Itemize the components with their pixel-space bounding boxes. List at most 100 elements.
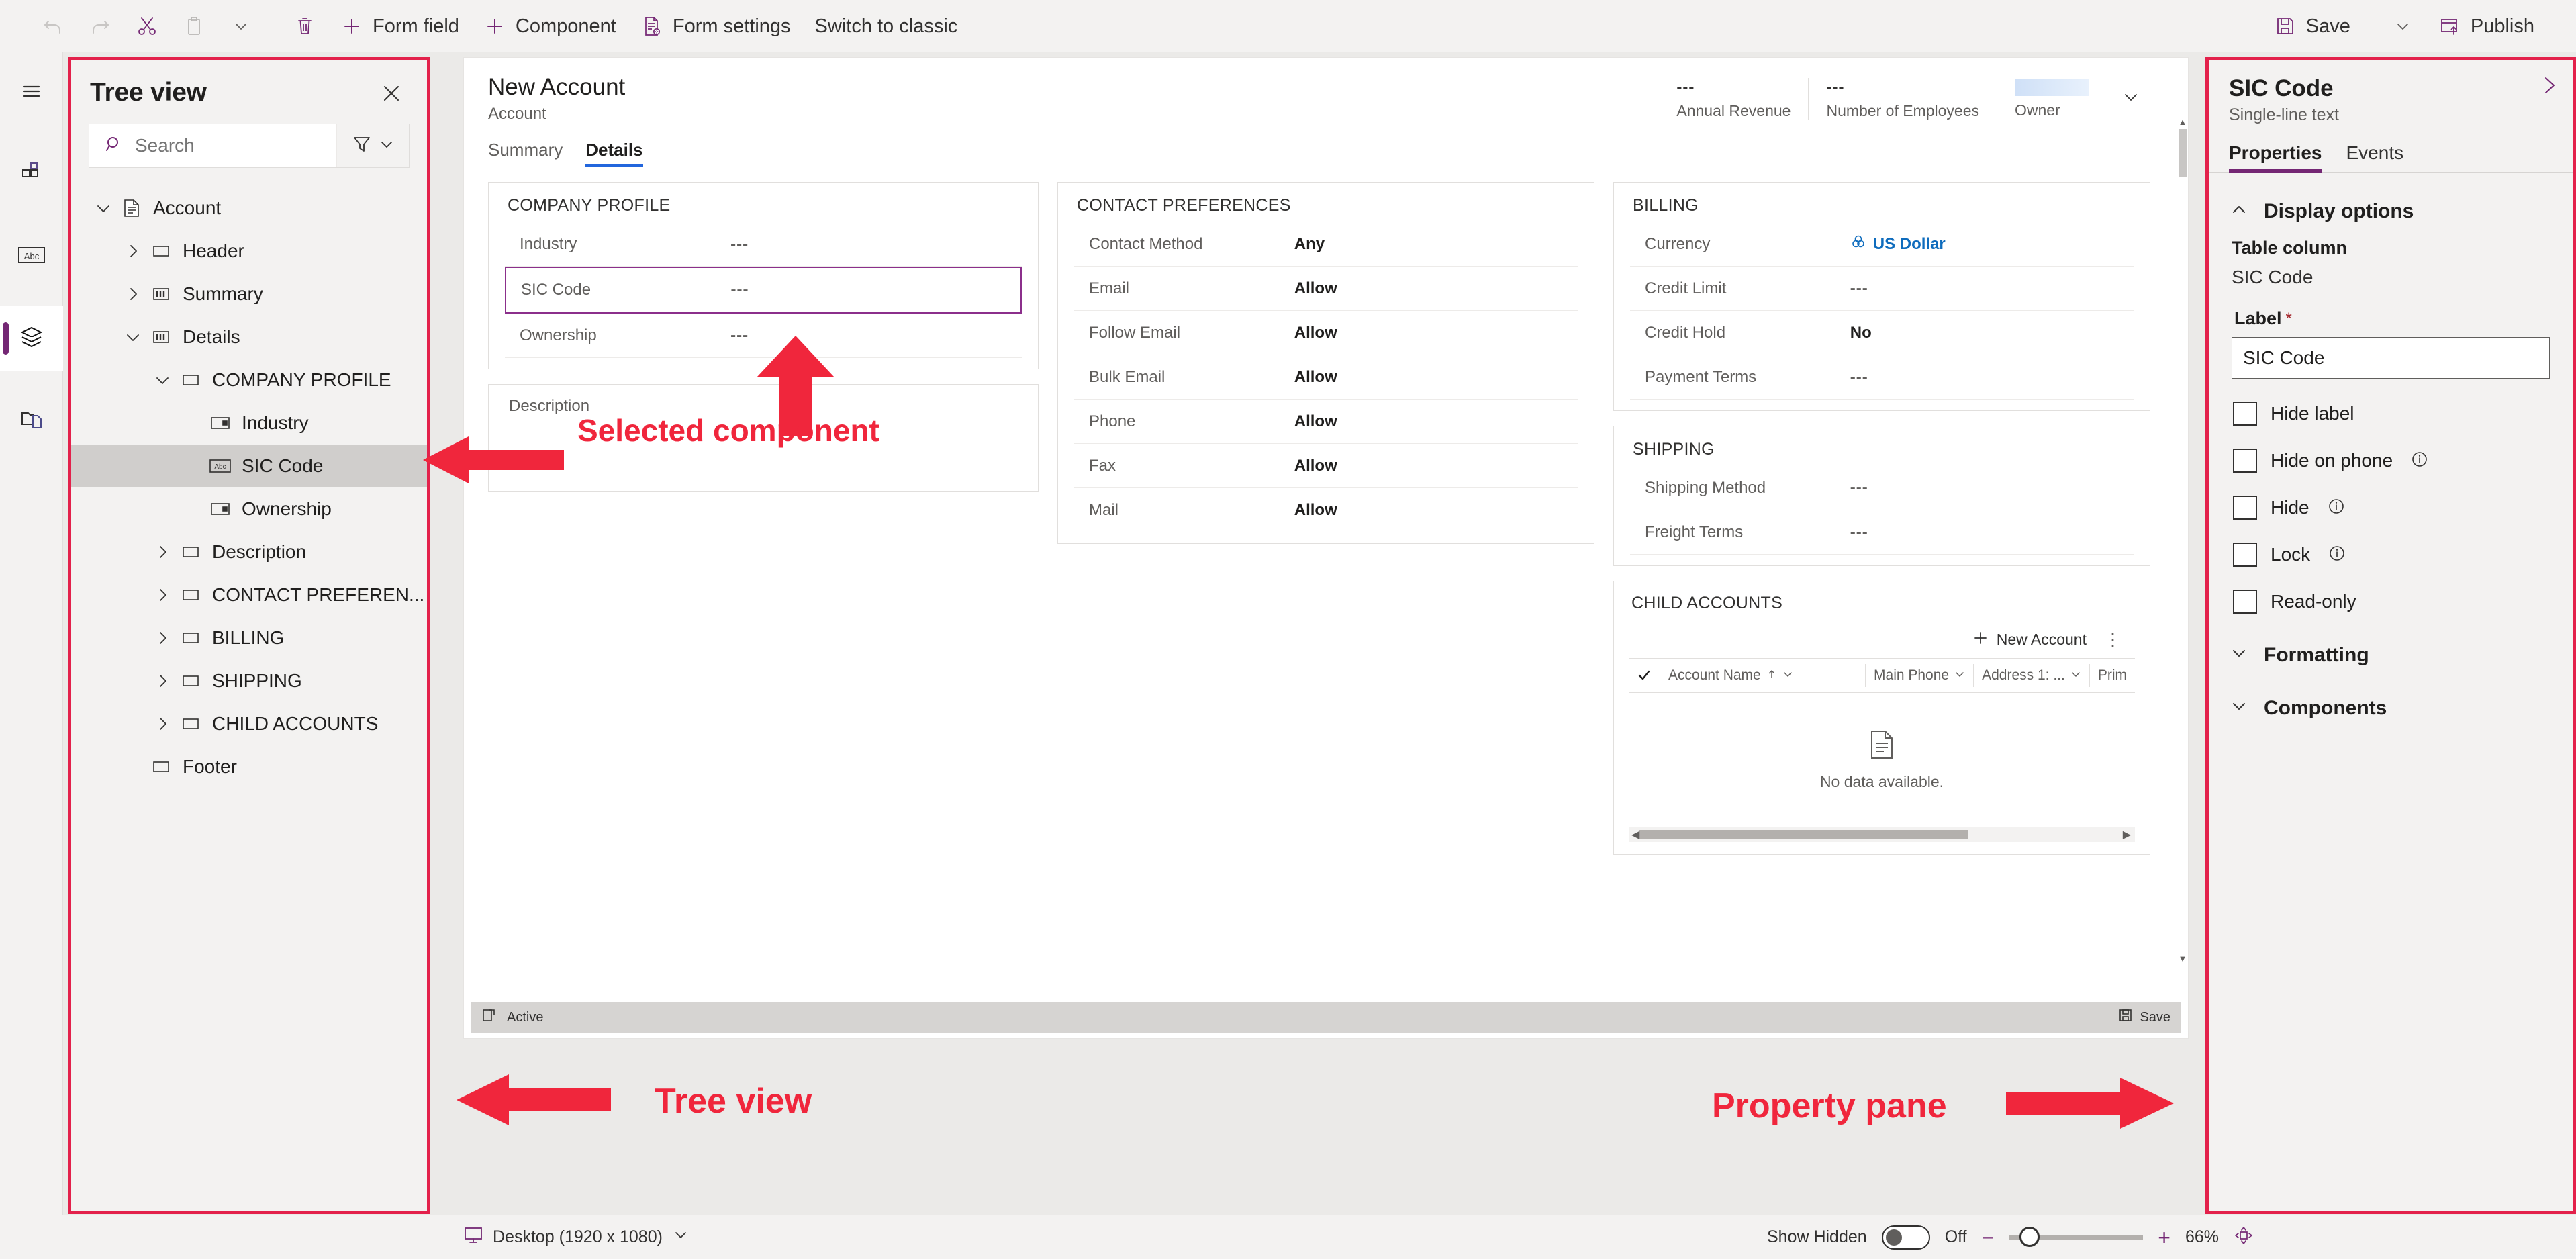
tab-properties[interactable]: Properties [2229, 142, 2322, 173]
tree-node-description[interactable]: Description [71, 530, 427, 573]
column-header-primary[interactable]: Prim [2089, 664, 2135, 687]
chevron-down-icon[interactable] [90, 199, 117, 217]
field-sic-code[interactable]: SIC Code --- [505, 267, 1022, 314]
field-credit-limit[interactable]: Credit Limit --- [1630, 267, 2134, 311]
tree-node-ownership[interactable]: Ownership [71, 487, 427, 530]
canvas-vertical-scrollbar[interactable]: ▲ ▼ [2177, 117, 2188, 964]
header-field-annual-revenue[interactable]: --- Annual Revenue [1659, 78, 1808, 120]
label-input[interactable] [2243, 347, 2538, 369]
checkbox-lock[interactable]: Lock [2233, 543, 2553, 567]
copy-button[interactable] [171, 7, 218, 45]
tree-node-summary[interactable]: Summary [71, 273, 427, 316]
undo-button[interactable] [30, 7, 77, 45]
chevron-right-icon[interactable] [149, 586, 176, 604]
rail-item-table-columns[interactable]: Abc [0, 224, 63, 289]
close-icon[interactable] [376, 78, 407, 109]
rail-item-components[interactable] [0, 142, 63, 207]
form-field-button[interactable]: Form field [328, 7, 471, 45]
show-hidden-toggle[interactable] [1881, 1225, 1930, 1250]
zoom-slider[interactable] [2009, 1226, 2144, 1247]
form-status-right[interactable]: Save [2118, 1008, 2170, 1027]
zoom-in-button[interactable]: + [2158, 1227, 2170, 1248]
scroll-down-arrow-icon[interactable]: ▼ [2177, 953, 2188, 964]
info-icon[interactable] [2328, 544, 2346, 566]
cut-button[interactable] [124, 7, 171, 45]
chevron-down-icon[interactable] [1954, 667, 1965, 684]
save-button[interactable]: Save [2262, 7, 2363, 45]
filter-button[interactable] [336, 124, 409, 167]
tree-node-contact-preferen[interactable]: CONTACT PREFEREN... [71, 573, 427, 616]
chevron-down-icon[interactable] [1782, 667, 1793, 684]
publish-button[interactable]: Publish [2426, 7, 2546, 45]
device-selector[interactable]: Desktop (1920 x 1080) [0, 1225, 689, 1250]
column-header-account-name[interactable]: Account Name [1660, 664, 1865, 687]
tab-events[interactable]: Events [2346, 142, 2404, 172]
group-display-options[interactable]: Display options [2229, 199, 2553, 223]
header-expand-button[interactable] [2106, 78, 2141, 120]
field-payment-terms[interactable]: Payment Terms --- [1630, 355, 2134, 400]
field-follow-email[interactable]: Follow Email Allow [1074, 311, 1578, 355]
checkbox-hide[interactable]: Hide [2233, 496, 2553, 520]
chevron-right-icon[interactable] [149, 629, 176, 647]
select-all-checkmark-icon[interactable] [1629, 668, 1660, 683]
field-bulk-email[interactable]: Bulk Email Allow [1074, 355, 1578, 400]
tree-node-account[interactable]: Account [71, 187, 427, 230]
chevron-right-icon[interactable] [149, 672, 176, 690]
field-email[interactable]: Email Allow [1074, 267, 1578, 311]
overflow-menu-icon[interactable]: ⋮ [2099, 629, 2128, 650]
chevron-down-icon[interactable] [2070, 667, 2081, 684]
header-field-owner[interactable]: Owner [1997, 78, 2106, 120]
field-contact-method[interactable]: Contact Method Any [1074, 222, 1578, 267]
info-icon[interactable] [2410, 450, 2429, 472]
scroll-left-arrow-icon[interactable]: ◀ [1631, 828, 1639, 841]
component-button[interactable]: Component [471, 7, 628, 45]
form-settings-button[interactable]: Form settings [628, 7, 803, 45]
checkbox-hide-on-phone[interactable]: Hide on phone [2233, 449, 2553, 473]
label-input-wrapper[interactable] [2232, 337, 2550, 379]
rail-item-tree-view[interactable] [0, 306, 63, 371]
tree-node-details[interactable]: Details [71, 316, 427, 359]
redo-button[interactable] [77, 7, 124, 45]
tree-node-header[interactable]: Header [71, 230, 427, 273]
rail-item-hamburger[interactable] [0, 60, 63, 125]
field-phone[interactable]: Phone Allow [1074, 400, 1578, 444]
delete-button[interactable] [281, 7, 328, 45]
checkbox-box[interactable] [2233, 449, 2257, 473]
zoom-out-button[interactable]: − [1982, 1227, 1995, 1248]
tree-node-company-profile[interactable]: COMPANY PROFILE [71, 359, 427, 402]
expand-pane-button[interactable] [2538, 74, 2561, 100]
tree-node-sic-code[interactable]: Abc SIC Code [71, 445, 427, 487]
field-freight-terms[interactable]: Freight Terms --- [1630, 510, 2134, 555]
group-formatting[interactable]: Formatting [2229, 643, 2553, 667]
scroll-right-arrow-icon[interactable]: ▶ [2123, 828, 2131, 841]
chevron-right-icon[interactable] [149, 715, 176, 733]
column-header-main-phone[interactable]: Main Phone [1865, 664, 1973, 687]
checkbox-box[interactable] [2233, 402, 2257, 426]
info-icon[interactable] [2327, 497, 2346, 519]
chevron-down-icon[interactable] [120, 328, 146, 346]
field-credit-hold[interactable]: Credit Hold No [1630, 311, 2134, 355]
subgrid-horizontal-scrollbar[interactable]: ◀ ▶ [1629, 827, 2135, 842]
search-box[interactable] [89, 124, 336, 167]
tab-details[interactable]: Details [585, 140, 643, 167]
field-ownership[interactable]: Ownership --- [505, 314, 1022, 358]
checkbox-box[interactable] [2233, 590, 2257, 614]
save-options-button[interactable] [2379, 7, 2426, 45]
checkbox-box[interactable] [2233, 496, 2257, 520]
checkbox-read-only[interactable]: Read-only [2233, 590, 2553, 614]
switch-to-classic-button[interactable]: Switch to classic [803, 7, 970, 45]
scroll-up-arrow-icon[interactable]: ▲ [2177, 117, 2188, 128]
field-value-currency[interactable]: US Dollar [1850, 234, 1946, 254]
rail-item-related[interactable] [0, 388, 63, 453]
chevron-down-icon[interactable] [149, 371, 176, 389]
search-input[interactable] [135, 135, 336, 156]
field-currency[interactable]: Currency US Dollar [1630, 222, 2134, 267]
tree-node-footer[interactable]: Footer [71, 745, 427, 788]
zoom-slider-knob[interactable] [2019, 1226, 2040, 1247]
tree-node-billing[interactable]: BILLING [71, 616, 427, 659]
field-industry[interactable]: Industry --- [505, 222, 1022, 267]
tree-node-shipping[interactable]: SHIPPING [71, 659, 427, 702]
new-account-button[interactable]: New Account [1972, 630, 2087, 650]
section-description[interactable]: Description [488, 384, 1039, 492]
scrollbar-thumb[interactable] [1639, 830, 1969, 839]
